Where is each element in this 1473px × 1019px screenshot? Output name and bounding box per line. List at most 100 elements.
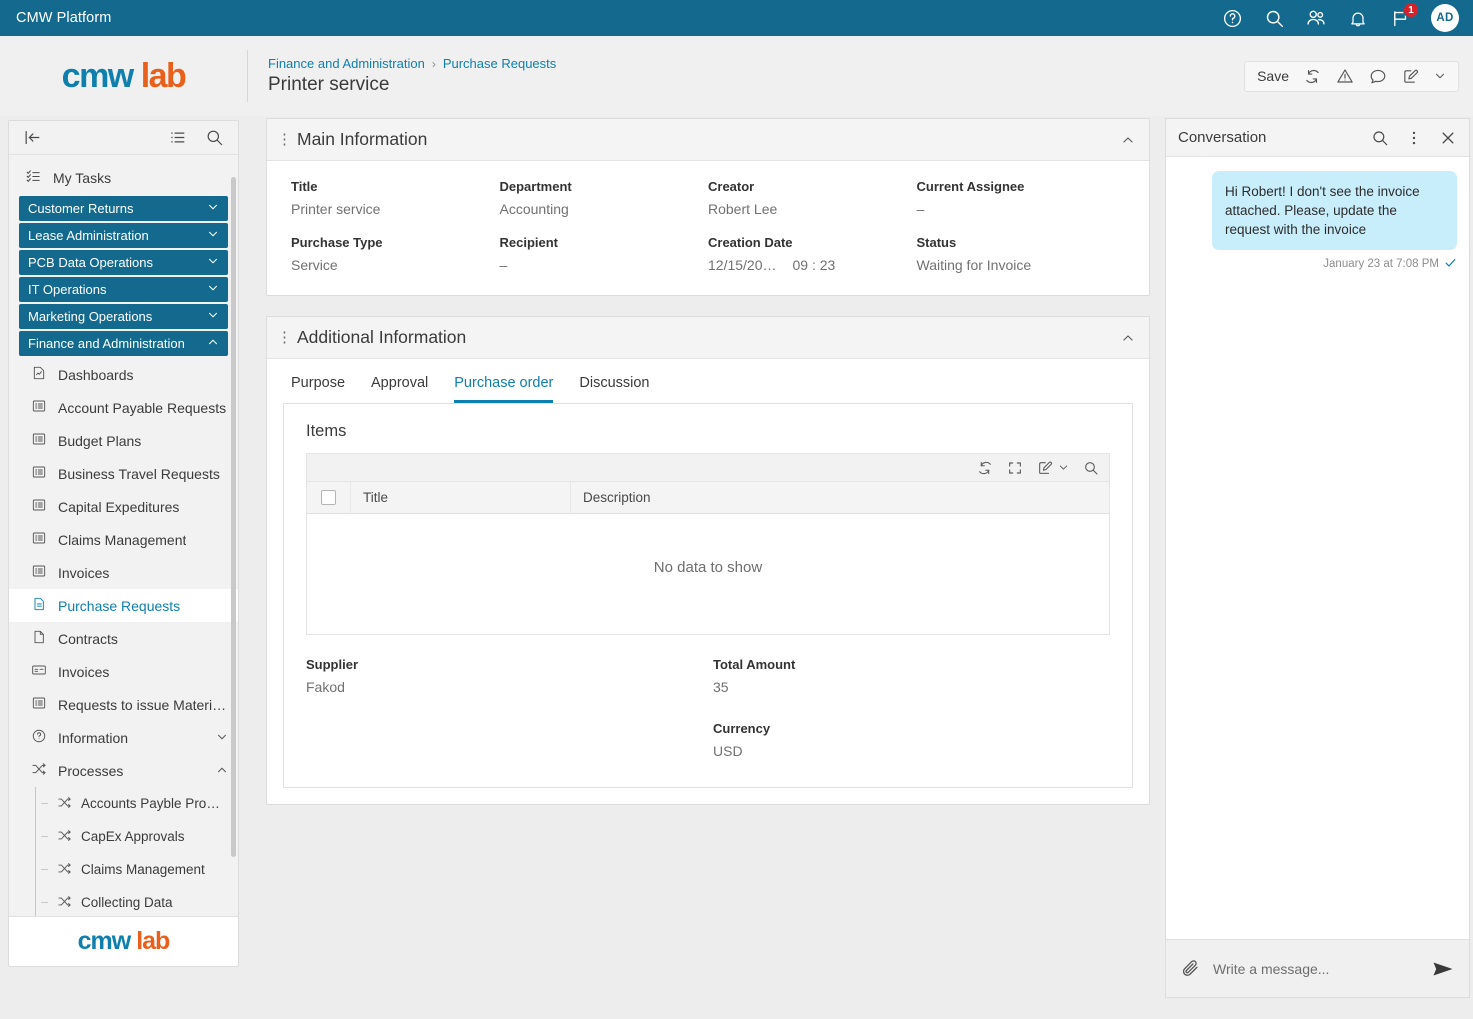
tab-purchase-order[interactable]: Purchase order (454, 375, 554, 403)
page-title: Printer service (268, 74, 390, 95)
sidebar-group-customer-returns[interactable]: Customer Returns (19, 196, 228, 221)
chevron-down-icon[interactable] (1434, 70, 1446, 82)
attachment-icon[interactable] (1180, 958, 1201, 979)
sidebar-subitem-claims-management[interactable]: Claims Management (9, 853, 238, 886)
group-label: Customer Returns (28, 201, 134, 216)
sidebar-group-finance-and-administration[interactable]: Finance and Administration (19, 331, 228, 356)
tab-discussion[interactable]: Discussion (579, 375, 649, 403)
list-record-icon (31, 398, 47, 417)
collapse-chevron-up-icon[interactable] (1121, 331, 1135, 345)
field-label: Currency (713, 721, 771, 736)
field-creation-date: Creation Date 12/15/20… 09 : 23 (708, 235, 917, 273)
sidebar-item-label: Invoices (58, 663, 110, 680)
drag-handle-icon[interactable]: ⋮ (277, 132, 292, 147)
info-icon (31, 728, 47, 747)
save-button[interactable]: Save (1257, 68, 1289, 84)
main-information-card: ⋮ Main Information Title Printer service… (266, 118, 1150, 296)
sidebar-group-marketing-operations[interactable]: Marketing Operations (19, 304, 228, 329)
footer-logo-cmw: cmw (77, 927, 132, 955)
flag-icon[interactable]: 1 (1389, 2, 1419, 29)
sidebar-item-business-travel-requests[interactable]: Business Travel Requests (9, 457, 238, 490)
sidebar-scrollbar[interactable] (231, 177, 236, 857)
sidebar-item-purchase-requests[interactable]: Purchase Requests (9, 589, 238, 622)
sidebar: My Tasks Customer Returns Lease Administ… (8, 120, 239, 967)
collapse-left-icon[interactable] (23, 128, 42, 147)
list-record-icon (31, 497, 47, 516)
warning-icon[interactable] (1336, 67, 1354, 85)
breadcrumb-current[interactable]: Purchase Requests (443, 56, 556, 71)
edit-icon[interactable] (1402, 68, 1419, 85)
sidebar-item-processes[interactable]: Processes (9, 754, 238, 787)
sidebar-item-contracts[interactable]: Contracts (9, 622, 238, 655)
sidebar-item-capital-expeditures[interactable]: Capital Expeditures (9, 490, 238, 523)
sidebar-subitem-capex-approvals[interactable]: CapEx Approvals (9, 820, 238, 853)
items-table: Title Description No data to show (306, 482, 1110, 635)
field-label: Purchase Type (291, 235, 383, 250)
avatar[interactable]: AD (1431, 4, 1459, 32)
sidebar-group-lease-administration[interactable]: Lease Administration (19, 223, 228, 248)
process-icon (31, 761, 47, 780)
message-input[interactable]: Write a message... (1213, 961, 1419, 977)
tree-line (35, 853, 36, 886)
refresh-icon[interactable] (1304, 68, 1321, 85)
field-title: Title Printer service (291, 179, 500, 217)
edit-icon[interactable] (1037, 460, 1053, 476)
group-label: IT Operations (28, 282, 107, 297)
refresh-icon[interactable] (977, 460, 993, 476)
conversation-title: Conversation (1178, 129, 1267, 146)
chevron-down-icon[interactable] (1058, 462, 1069, 473)
main-information-fields: Title Printer service Department Account… (267, 161, 1149, 295)
sidebar-subitem-collecting-data[interactable]: Collecting Data (9, 886, 238, 916)
send-icon[interactable] (1431, 957, 1455, 981)
app-logo[interactable]: cmw lab (0, 36, 247, 116)
search-icon[interactable] (1371, 129, 1389, 147)
sidebar-item-budget-plans[interactable]: Budget Plans (9, 424, 238, 457)
expand-icon[interactable] (1007, 460, 1023, 476)
title-block: Finance and Administration › Purchase Re… (247, 50, 556, 102)
more-vertical-icon[interactable] (1405, 129, 1423, 147)
breadcrumb-separator: › (431, 56, 436, 71)
drag-handle-icon[interactable]: ⋮ (277, 330, 292, 345)
search-icon[interactable] (1263, 7, 1285, 29)
sidebar-item-account-payable-requests[interactable]: Account Payable Requests (9, 391, 238, 424)
column-header-title[interactable]: Title (350, 482, 571, 514)
sidebar-subitem-accounts-payble-process[interactable]: Accounts Payble Pro… (9, 787, 238, 820)
sidebar-item-information[interactable]: Information (9, 721, 238, 754)
sidebar-item-claims-management[interactable]: Claims Management (9, 523, 238, 556)
bell-icon[interactable] (1347, 7, 1369, 29)
sidebar-scroll-area[interactable]: My Tasks Customer Returns Lease Administ… (9, 155, 238, 916)
conversation-messages[interactable]: Hi Robert! I don't see the invoice attac… (1166, 157, 1469, 939)
sidebar-group-it-operations[interactable]: IT Operations (19, 277, 228, 302)
search-icon[interactable] (205, 128, 224, 147)
field-value: Robert Lee (708, 201, 778, 217)
additional-information-tabs: Purpose Approval Purchase order Discussi… (267, 359, 1149, 403)
sidebar-item-invoices-list[interactable]: Invoices (9, 556, 238, 589)
list-icon[interactable] (168, 128, 187, 147)
field-value-group: 12/15/20… 09 : 23 (708, 257, 917, 273)
tab-approval[interactable]: Approval (371, 375, 428, 403)
column-header-description[interactable]: Description (570, 482, 1110, 514)
close-icon[interactable] (1439, 129, 1457, 147)
sidebar-item-my-tasks[interactable]: My Tasks (9, 161, 238, 194)
chevron-down-icon (207, 282, 219, 297)
tab-purpose[interactable]: Purpose (291, 375, 345, 403)
field-label: Recipient (499, 235, 559, 250)
field-spacer (306, 721, 703, 759)
tree-line (35, 787, 36, 820)
select-all-checkbox[interactable] (321, 490, 336, 505)
breadcrumb-parent[interactable]: Finance and Administration (268, 56, 425, 71)
conversation-panel: Conversation Hi Robert! I don't see the … (1165, 118, 1470, 998)
search-icon[interactable] (1083, 460, 1099, 476)
purchase-order-pane: Items Title Description No data to show … (283, 403, 1133, 788)
process-icon (57, 828, 72, 846)
comment-icon[interactable] (1369, 67, 1387, 85)
sidebar-group-pcb-data-operations[interactable]: PCB Data Operations (19, 250, 228, 275)
collapse-chevron-up-icon[interactable] (1121, 133, 1135, 147)
people-icon[interactable] (1305, 7, 1327, 29)
help-icon[interactable] (1221, 7, 1243, 29)
additional-information-header: ⋮ Additional Information (267, 317, 1149, 359)
chevron-down-icon (207, 228, 219, 243)
sidebar-item-invoices-card[interactable]: Invoices (9, 655, 238, 688)
sidebar-item-dashboards[interactable]: Dashboards (9, 358, 238, 391)
sidebar-item-requests-to-issue-materials[interactable]: Requests to issue Materia… (9, 688, 238, 721)
